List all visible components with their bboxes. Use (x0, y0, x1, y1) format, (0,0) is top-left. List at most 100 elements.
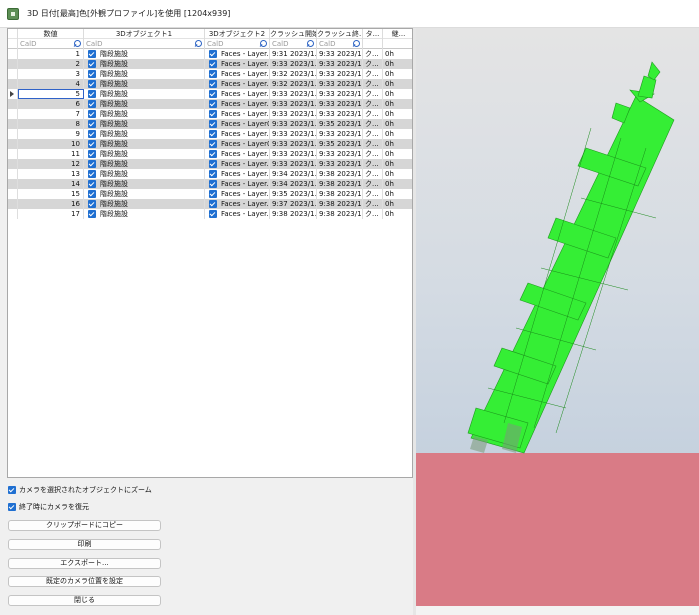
cell-type[interactable]: ク... (363, 189, 383, 199)
cell-num[interactable]: 10 (18, 139, 84, 149)
table-row[interactable]: 16 階段施設 Faces - Layer... 9:37 2023/1... 9:38… (8, 199, 412, 209)
cell-duration[interactable]: 0h (383, 199, 412, 209)
filter-type[interactable] (363, 39, 383, 49)
cell-duration[interactable]: 0h (383, 59, 412, 69)
cell-num[interactable]: 9 (18, 129, 84, 139)
cell-object2[interactable]: Faces - Layer... (205, 169, 270, 179)
cell-duration[interactable]: 0h (383, 79, 412, 89)
cell-clash-end[interactable]: 9:38 2023/1... (317, 169, 363, 179)
search-icon[interactable] (260, 40, 267, 47)
cell-clash-start[interactable]: 9:33 2023/1... (270, 99, 317, 109)
cell-clash-start[interactable]: 9:33 2023/1... (270, 139, 317, 149)
cell-num[interactable]: 1 (18, 49, 84, 59)
cell-clash-start[interactable]: 9:33 2023/1... (270, 59, 317, 69)
column-header-num[interactable]: 数値 (18, 29, 84, 39)
object-visible-checkbox[interactable] (209, 60, 217, 68)
filter-object2[interactable]: CalD (205, 39, 270, 49)
object-visible-checkbox[interactable] (209, 130, 217, 138)
cell-clash-start[interactable]: 9:37 2023/1... (270, 199, 317, 209)
cell-duration[interactable]: 0h (383, 209, 412, 219)
search-icon[interactable] (195, 40, 202, 47)
object-visible-checkbox[interactable] (209, 70, 217, 78)
cell-object2[interactable]: Faces - Layer... (205, 109, 270, 119)
cell-object1[interactable]: 階段施設 (84, 129, 205, 139)
cell-object1[interactable]: 階段施設 (84, 209, 205, 219)
cell-object1[interactable]: 階段施設 (84, 139, 205, 149)
cell-object2[interactable]: Faces - Layer0 (205, 119, 270, 129)
object-visible-checkbox[interactable] (88, 180, 96, 188)
object-visible-checkbox[interactable] (209, 110, 217, 118)
cell-clash-end[interactable]: 9:33 2023/1... (317, 69, 363, 79)
object-visible-checkbox[interactable] (88, 210, 96, 218)
filter-clash-start[interactable]: CalD (270, 39, 317, 49)
cell-num[interactable]: 5 (18, 89, 84, 99)
object-visible-checkbox[interactable] (209, 170, 217, 178)
object-visible-checkbox[interactable] (88, 60, 96, 68)
table-row[interactable]: 8 階段施設 Faces - Layer0 9:33 2023/1... 9:35 20… (8, 119, 412, 129)
cell-clash-end[interactable]: 9:38 2023/1... (317, 189, 363, 199)
cell-num[interactable]: 4 (18, 79, 84, 89)
object-visible-checkbox[interactable] (88, 170, 96, 178)
cell-object2[interactable]: Faces - Layer... (205, 99, 270, 109)
object-visible-checkbox[interactable] (88, 140, 96, 148)
export-button[interactable]: エクスポート... (8, 558, 161, 569)
cell-duration[interactable]: 0h (383, 159, 412, 169)
object-visible-checkbox[interactable] (88, 150, 96, 158)
search-icon[interactable] (74, 40, 81, 47)
cell-type[interactable]: ク... (363, 199, 383, 209)
cell-clash-end[interactable]: 9:33 2023/1... (317, 79, 363, 89)
cell-object2[interactable]: Faces - Layer... (205, 189, 270, 199)
cell-object1[interactable]: 階段施設 (84, 119, 205, 129)
cell-duration[interactable]: 0h (383, 99, 412, 109)
cell-object2[interactable]: Faces - Layer... (205, 179, 270, 189)
cell-clash-start[interactable]: 9:35 2023/1... (270, 189, 317, 199)
cell-object1[interactable]: 階段施設 (84, 179, 205, 189)
cell-object1[interactable]: 階段施設 (84, 89, 205, 99)
cell-object2[interactable]: Faces - Layer... (205, 79, 270, 89)
cell-clash-start[interactable]: 9:33 2023/1... (270, 159, 317, 169)
cell-duration[interactable]: 0h (383, 69, 412, 79)
3d-viewport[interactable] (416, 28, 699, 606)
cell-duration[interactable]: 0h (383, 129, 412, 139)
cell-duration[interactable]: 0h (383, 169, 412, 179)
object-visible-checkbox[interactable] (88, 100, 96, 108)
cell-num[interactable]: 11 (18, 149, 84, 159)
cell-num[interactable]: 13 (18, 169, 84, 179)
table-row[interactable]: 4 階段施設 Faces - Layer... 9:32 2023/1... 9:33 … (8, 79, 412, 89)
print-button[interactable]: 印刷 (8, 539, 161, 550)
cell-clash-start[interactable]: 9:34 2023/1... (270, 179, 317, 189)
cell-duration[interactable]: 0h (383, 189, 412, 199)
cell-clash-start[interactable]: 9:33 2023/1... (270, 109, 317, 119)
copy-to-clipboard-button[interactable]: クリップボードにコピー (8, 520, 161, 531)
cell-object2[interactable]: Faces - Layer... (205, 129, 270, 139)
column-header-object2[interactable]: 3Dオブジェクト2 (205, 29, 270, 39)
table-row[interactable]: 10 階段施設 Faces - Layer0 9:33 2023/1... 9:35 2… (8, 139, 412, 149)
cell-num[interactable]: 8 (18, 119, 84, 129)
column-header-clash-start[interactable]: クラッシュ開始 (270, 29, 317, 39)
cell-clash-end[interactable]: 9:33 2023/1... (317, 89, 363, 99)
zoom-to-selected-checkbox[interactable] (8, 486, 16, 494)
cell-duration[interactable]: 0h (383, 119, 412, 129)
cell-object1[interactable]: 階段施設 (84, 149, 205, 159)
table-row[interactable]: 1 階段施設 Faces - Layer... 9:31 2023/1... 9:33 … (8, 49, 412, 59)
table-row[interactable]: 15 階段施設 Faces - Layer... 9:35 2023/1... 9:38… (8, 189, 412, 199)
cell-type[interactable]: ク... (363, 149, 383, 159)
cell-duration[interactable]: 0h (383, 179, 412, 189)
object-visible-checkbox[interactable] (209, 180, 217, 188)
column-header-type[interactable]: タ... (363, 29, 383, 39)
cell-object1[interactable]: 階段施設 (84, 169, 205, 179)
cell-num[interactable]: 2 (18, 59, 84, 69)
table-row[interactable]: 11 階段施設 Faces - Layer... 9:33 2023/1... 9:33… (8, 149, 412, 159)
object-visible-checkbox[interactable] (88, 160, 96, 168)
cell-type[interactable]: ク... (363, 109, 383, 119)
cell-clash-end[interactable]: 9:33 2023/1... (317, 99, 363, 109)
3d-model[interactable] (416, 28, 699, 606)
filter-duration[interactable] (383, 39, 412, 49)
cell-type[interactable]: ク... (363, 169, 383, 179)
cell-type[interactable]: ク... (363, 99, 383, 109)
cell-object2[interactable]: Faces - Layer... (205, 49, 270, 59)
cell-clash-end[interactable]: 9:38 2023/1... (317, 179, 363, 189)
object-visible-checkbox[interactable] (209, 190, 217, 198)
cell-clash-start[interactable]: 9:33 2023/1... (270, 149, 317, 159)
object-visible-checkbox[interactable] (88, 110, 96, 118)
